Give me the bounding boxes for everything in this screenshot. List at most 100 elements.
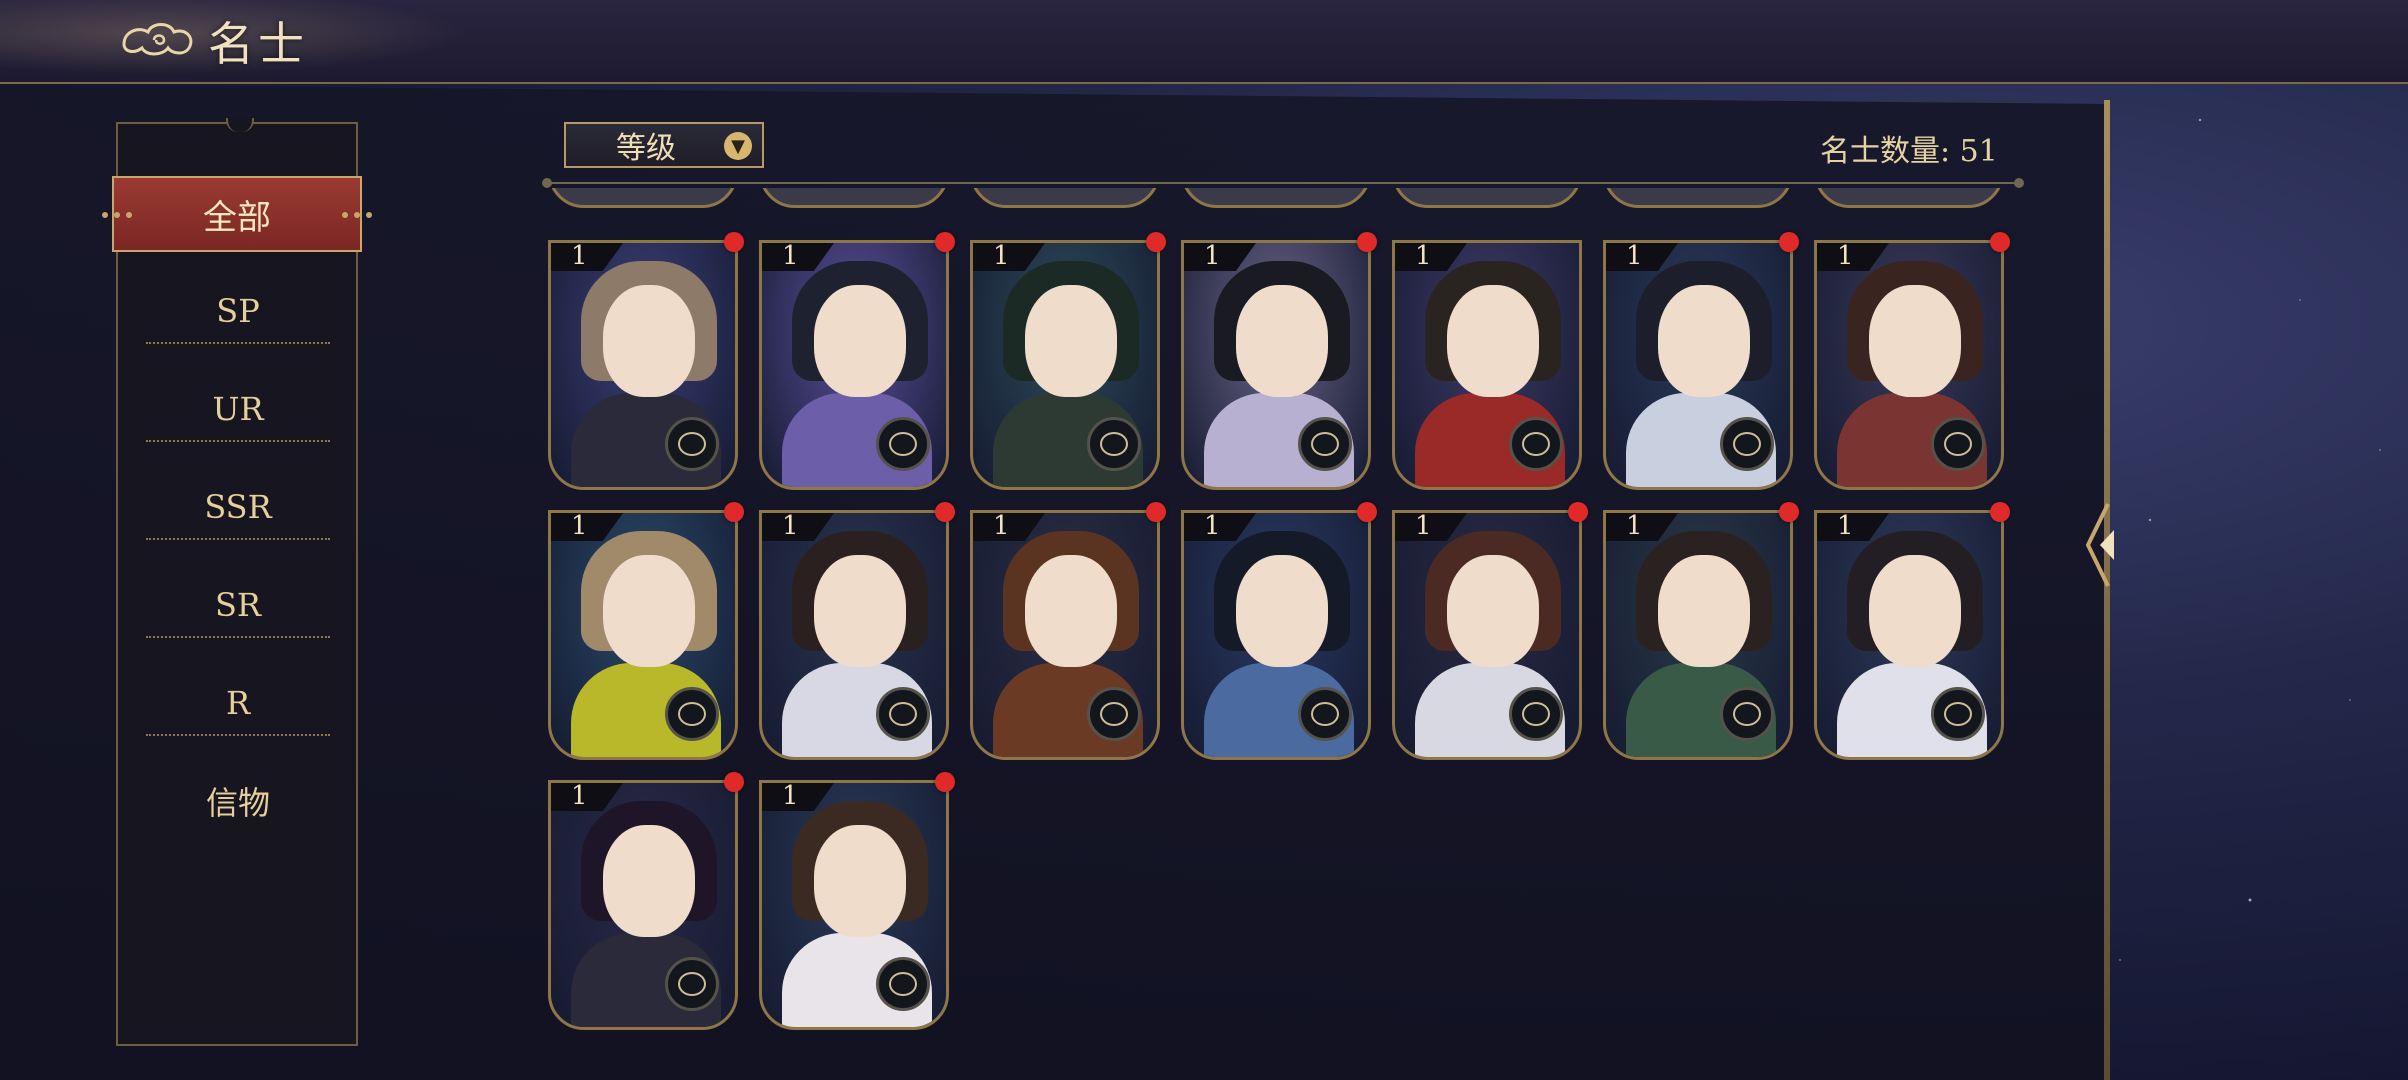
portrait-face — [1658, 555, 1750, 667]
portrait-face — [1447, 285, 1539, 397]
portrait-face — [1447, 555, 1539, 667]
character-card[interactable]: 1 — [548, 780, 738, 1030]
new-indicator-dot — [1568, 502, 1588, 522]
character-count: 名士数量: 51 — [1820, 134, 1998, 169]
level-number: 1 — [782, 781, 799, 811]
header-bar: 名士 — [0, 0, 2408, 84]
sort-dropdown[interactable]: 等级 ▼ — [564, 122, 764, 168]
faction-badge-icon — [665, 687, 719, 741]
new-indicator-dot — [1146, 502, 1166, 522]
new-indicator-dot — [935, 502, 955, 522]
faction-badge-icon — [1298, 687, 1352, 741]
character-card[interactable]: 1 — [548, 240, 738, 490]
portrait-face — [1658, 285, 1750, 397]
new-indicator-dot — [1146, 232, 1166, 252]
character-card[interactable]: 1 — [970, 240, 1160, 490]
character-card[interactable]: 1 — [1814, 510, 2004, 760]
filter-tab-sp[interactable]: SP — [146, 280, 330, 344]
filter-tab-sr[interactable]: SR — [146, 574, 330, 638]
character-card[interactable]: 1 — [1392, 510, 1582, 760]
level-number: 1 — [1837, 511, 1854, 541]
character-card[interactable]: 1 — [1392, 240, 1582, 490]
portrait-face — [1025, 285, 1117, 397]
character-card[interactable]: 1 — [970, 510, 1160, 760]
filter-tab-r[interactable]: R — [146, 672, 330, 736]
character-card[interactable]: 1 — [759, 240, 949, 490]
level-number: 1 — [782, 511, 799, 541]
portrait-face — [603, 555, 695, 667]
new-indicator-dot — [724, 772, 744, 792]
level-number: 1 — [782, 241, 799, 271]
faction-badge-icon — [1087, 687, 1141, 741]
character-card[interactable]: 1 — [759, 780, 949, 1030]
sidebar-notch — [226, 118, 254, 132]
level-number: 1 — [571, 241, 588, 271]
card-partial[interactable] — [1814, 188, 2004, 208]
level-number: 1 — [993, 511, 1010, 541]
faction-badge-icon — [1509, 687, 1563, 741]
level-number: 1 — [1626, 241, 1643, 271]
level-number: 1 — [571, 511, 588, 541]
portrait-face — [814, 555, 906, 667]
faction-badge-icon — [1720, 687, 1774, 741]
divider-line — [542, 178, 2024, 188]
new-indicator-dot — [1357, 502, 1377, 522]
character-grid: 1 1 1 1 1 1 1 1 1 1 1 1 1 1 1 1 — [546, 188, 2026, 1048]
rarity-filter-sidebar: 全部 SP UR SSR SR R 信物 — [102, 118, 372, 1046]
filter-tab-ssr[interactable]: SSR — [146, 476, 330, 540]
new-indicator-dot — [1990, 232, 2010, 252]
character-card[interactable]: 1 — [1603, 510, 1793, 760]
portrait-face — [1869, 555, 1961, 667]
character-card[interactable]: 1 — [1814, 240, 2004, 490]
cloud-icon — [122, 23, 193, 56]
faction-badge-icon — [1720, 417, 1774, 471]
ornament-dots — [334, 212, 374, 218]
character-card[interactable]: 1 — [1181, 510, 1371, 760]
character-card[interactable]: 1 — [548, 510, 738, 760]
ornament-dots — [102, 212, 142, 218]
new-indicator-dot — [935, 772, 955, 792]
card-partial[interactable] — [548, 188, 738, 208]
faction-badge-icon — [1509, 417, 1563, 471]
level-number: 1 — [1204, 511, 1221, 541]
level-number: 1 — [1837, 241, 1854, 271]
new-indicator-dot — [1357, 232, 1377, 252]
collapse-arrow-icon[interactable] — [2078, 500, 2126, 590]
faction-badge-icon — [876, 417, 930, 471]
faction-badge-icon — [665, 957, 719, 1011]
filter-tab-label: 全部 — [203, 197, 271, 238]
portrait-face — [1236, 555, 1328, 667]
chevron-down-icon: ▼ — [724, 132, 752, 160]
card-partial[interactable] — [1392, 188, 1582, 208]
card-partial[interactable] — [1181, 188, 1371, 208]
faction-badge-icon — [876, 687, 930, 741]
portrait-face — [1869, 285, 1961, 397]
card-partial[interactable] — [1603, 188, 1793, 208]
new-indicator-dot — [724, 232, 744, 252]
level-number: 1 — [1415, 511, 1432, 541]
card-partial[interactable] — [759, 188, 949, 208]
level-number: 1 — [993, 241, 1010, 271]
faction-badge-icon — [1931, 687, 1985, 741]
faction-badge-icon — [1931, 417, 1985, 471]
portrait-face — [814, 825, 906, 937]
panel-border — [2104, 100, 2110, 1080]
level-number: 1 — [571, 781, 588, 811]
new-indicator-dot — [935, 232, 955, 252]
filter-tab-all[interactable]: 全部 — [102, 176, 372, 252]
level-number: 1 — [1204, 241, 1221, 271]
sort-label: 等级 — [616, 131, 676, 166]
new-indicator-dot — [1779, 502, 1799, 522]
faction-badge-icon — [876, 957, 930, 1011]
character-card[interactable]: 1 — [1603, 240, 1793, 490]
character-card[interactable]: 1 — [1181, 240, 1371, 490]
portrait-face — [603, 285, 695, 397]
filter-tab-ur[interactable]: UR — [146, 378, 330, 442]
filter-tab-token[interactable]: 信物 — [146, 770, 330, 832]
card-partial[interactable] — [970, 188, 1160, 208]
new-indicator-dot — [1779, 232, 1799, 252]
portrait-face — [1236, 285, 1328, 397]
new-indicator-dot — [1990, 502, 2010, 522]
character-card[interactable]: 1 — [759, 510, 949, 760]
level-number: 1 — [1626, 511, 1643, 541]
